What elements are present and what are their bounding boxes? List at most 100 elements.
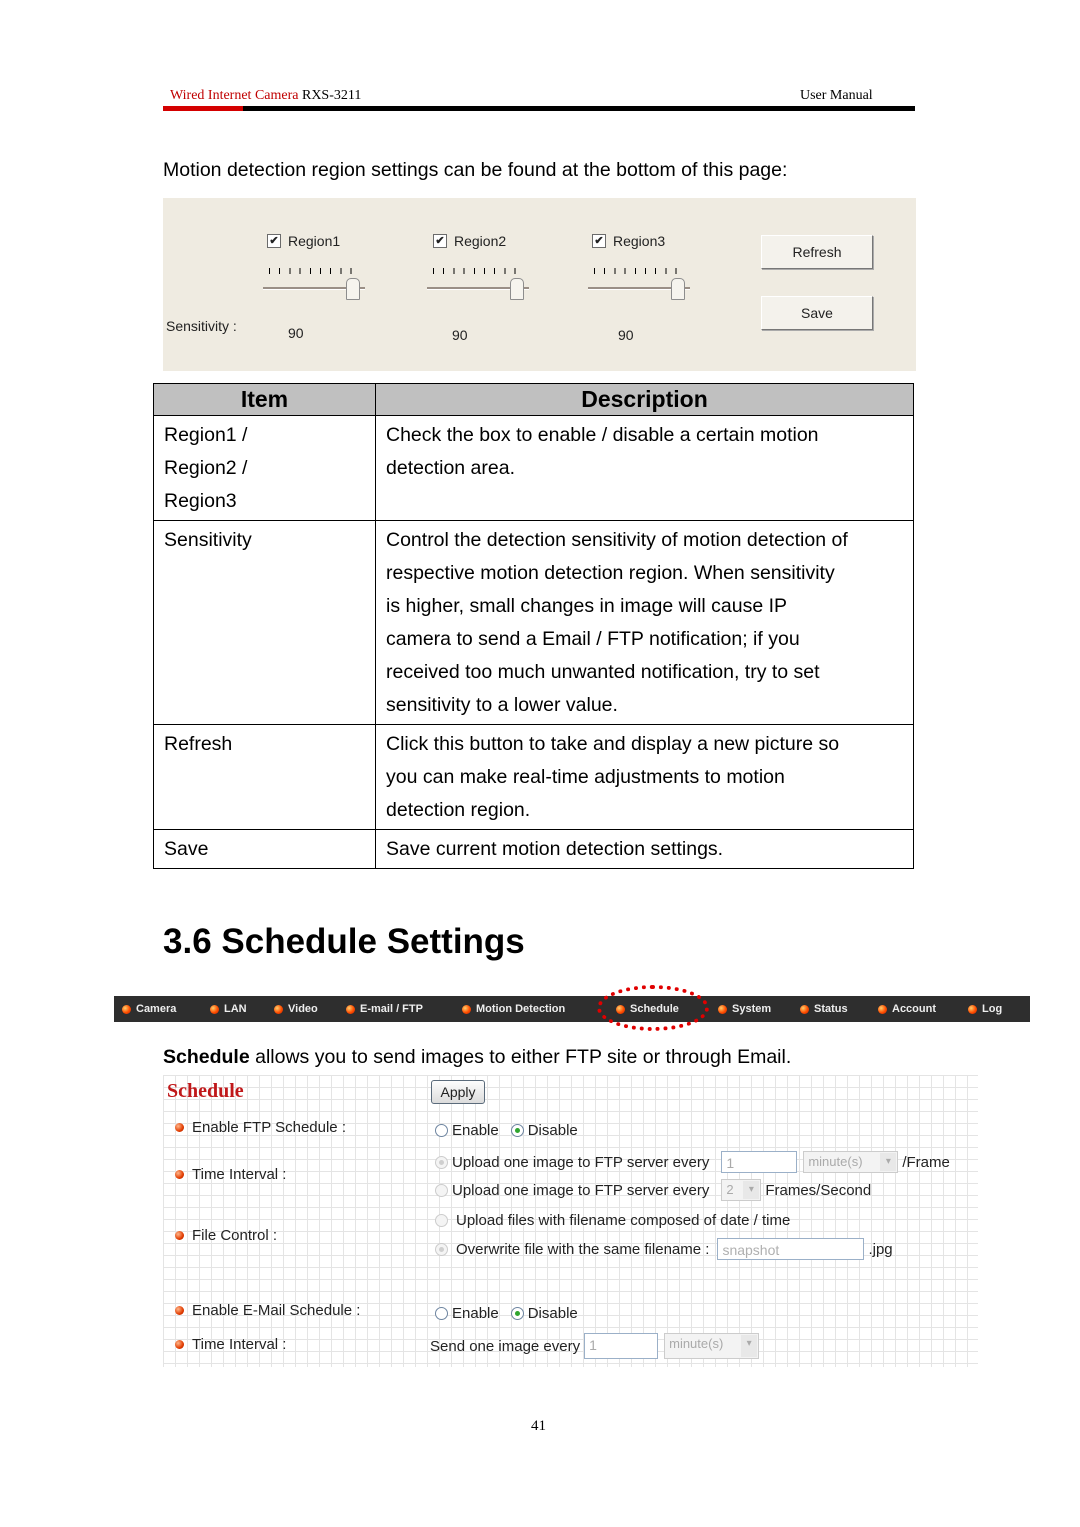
table-cell-item: Region1 / Region2 / Region3 (153, 415, 376, 521)
section-heading: 3.6 Schedule Settings (163, 922, 525, 961)
nav-item-account[interactable]: Account (878, 1003, 936, 1015)
nav-item-motion-detection[interactable]: Motion Detection (462, 1003, 565, 1015)
description-line: received too much unwanted notification,… (386, 661, 820, 683)
slider-ticks (594, 268, 686, 274)
ftp-enable-radio[interactable] (435, 1124, 448, 1137)
file-control-option1: Upload files with filename composed of d… (435, 1212, 790, 1229)
filename-input[interactable]: snapshot (717, 1238, 865, 1260)
enable-ftp-label: Enable FTP Schedule : (175, 1119, 346, 1136)
table-row: Sensitivity Control the detection sensiti… (153, 520, 914, 725)
enable-email-label-text: Enable E-Mail Schedule : (192, 1302, 361, 1319)
slider-thumb[interactable] (345, 278, 360, 300)
nav-item-label: Status (814, 1003, 848, 1015)
ftp-interval-option1-text: Upload one image to FTP server every (452, 1153, 710, 1171)
filename-extension: .jpg (868, 1240, 893, 1258)
ftp-fps-select[interactable]: 2 ▾ (721, 1179, 762, 1201)
ftp-interval-minutes-input[interactable]: 1 (721, 1151, 798, 1173)
bullet-icon (175, 1231, 184, 1240)
region1-checkbox[interactable]: ✔ Region1 (267, 233, 340, 249)
table-header-item: Item (153, 383, 376, 416)
email-interval-input[interactable]: 1 (584, 1333, 659, 1359)
nav-bullet-icon (878, 1004, 887, 1014)
email-interval-label-text: Time Interval : (192, 1336, 287, 1353)
nav-item-video[interactable]: Video (274, 1003, 318, 1015)
file-control-label: File Control : (175, 1227, 277, 1244)
header-model: RXS-3211 (301, 88, 362, 103)
ftp-interval-option1: Upload one image to FTP server every 1 m… (435, 1151, 950, 1173)
nav-item-label: Video (288, 1003, 318, 1015)
bullet-icon (175, 1306, 184, 1315)
nav-item-e-mail-ftp[interactable]: E-mail / FTP (346, 1003, 423, 1015)
schedule-intro-text: allows you to send images to either FTP … (249, 1046, 792, 1068)
region1-label: Region1 (288, 233, 341, 249)
ftp-disable-radio[interactable] (510, 1124, 524, 1137)
item-line: Refresh (164, 733, 233, 755)
table-cell-description: Save current motion detection settings. (375, 829, 914, 869)
nav-bullet-icon (274, 1004, 283, 1014)
email-interval-unit-select[interactable]: minute(s) ▾ (664, 1333, 760, 1359)
description-line: detection region. (386, 799, 531, 821)
nav-item-camera[interactable]: Camera (122, 1003, 176, 1015)
ftp-interval-option1-radio[interactable] (435, 1155, 448, 1169)
chevron-down-icon: ▾ (880, 1153, 897, 1171)
ftp-interval-unit-select[interactable]: minute(s) ▾ (803, 1151, 899, 1173)
bullet-icon (175, 1123, 184, 1132)
table-cell-description: Control the detection sensitivity of mot… (375, 520, 914, 725)
item-description-table: Item Description Region1 /Region2 /Regio… (153, 383, 914, 869)
schedule-form-title: Schedule (167, 1080, 244, 1102)
region2-sensitivity-slider[interactable] (427, 268, 532, 308)
file-control-option2-text: Overwrite file with the same filename : (456, 1240, 710, 1258)
description-line: sensitivity to a lower value. (386, 694, 618, 716)
nav-item-label: Motion Detection (476, 1003, 566, 1015)
ftp-interval-option2: Upload one image to FTP server every 2 ▾ … (435, 1179, 871, 1201)
apply-button[interactable]: Apply (431, 1080, 485, 1104)
nav-item-lan[interactable]: LAN (210, 1003, 247, 1015)
email-enable-radio[interactable] (435, 1307, 448, 1320)
region3-sensitivity-slider[interactable] (588, 268, 693, 308)
email-disable-text: Disable (527, 1305, 578, 1322)
motion-region-panel: ✔ Region1 ✔ Region2 ✔ Region3 Sensitivit… (163, 198, 916, 371)
bullet-icon (175, 1170, 184, 1179)
header-rule (163, 106, 915, 111)
nav-item-log[interactable]: Log (968, 1003, 1002, 1015)
sensitivity-label: Sensitivity : (166, 318, 237, 334)
bullet-icon (175, 1340, 184, 1349)
item-line: Save (164, 838, 209, 860)
ftp-interval-option2-radio[interactable] (435, 1183, 448, 1197)
save-button[interactable]: Save (761, 296, 873, 330)
region1-sensitivity-slider[interactable] (263, 268, 368, 308)
nav-item-status[interactable]: Status (800, 1003, 848, 1015)
description-line: Click this button to take and display a … (386, 733, 840, 755)
file-control-label-text: File Control : (192, 1227, 278, 1244)
intro-text: Motion detection region settings can be … (163, 159, 788, 181)
table-cell-description: Click this button to take and display a … (375, 724, 914, 830)
email-disable-radio[interactable] (510, 1307, 524, 1320)
time-interval-label-text: Time Interval : (192, 1166, 287, 1183)
slider-thumb[interactable] (509, 278, 524, 300)
ftp-fps-value: 2 (726, 1182, 734, 1197)
ftp-enable-group: Enable Disable (435, 1122, 578, 1139)
chevron-down-icon: ▾ (741, 1335, 758, 1357)
enable-email-label: Enable E-Mail Schedule : (175, 1302, 360, 1319)
description-line: is higher, small changes in image will c… (386, 595, 788, 617)
region3-checkbox[interactable]: ✔ Region3 (592, 233, 665, 249)
nav-bullet-icon (968, 1004, 977, 1014)
nav-item-label: Log (982, 1003, 1003, 1015)
camera-nav-bar: Camera LAN Video E-mail / FTP Motion Detecti… (114, 996, 1030, 1022)
region3-sensitivity-value: 90 (618, 327, 634, 343)
email-interval-unit-value: minute(s) (669, 1336, 724, 1351)
nav-item-label: Account (892, 1003, 936, 1015)
file-control-overwrite-radio[interactable] (435, 1242, 448, 1256)
slider-thumb[interactable] (670, 278, 685, 300)
refresh-button[interactable]: Refresh (761, 235, 873, 269)
ftp-interval-unit-value: minute(s) (808, 1154, 863, 1169)
item-line: Region2 / (164, 457, 248, 479)
header-doc-type: User Manual (800, 88, 873, 103)
time-interval-label: Time Interval : (175, 1166, 286, 1183)
file-control-datetime-radio[interactable] (435, 1214, 448, 1227)
region2-checkbox[interactable]: ✔ Region2 (433, 233, 506, 249)
table-cell-item: Refresh (153, 724, 376, 830)
nav-bullet-icon (462, 1004, 471, 1014)
nav-bullet-icon (800, 1004, 809, 1014)
nav-item-system[interactable]: System (718, 1003, 771, 1015)
